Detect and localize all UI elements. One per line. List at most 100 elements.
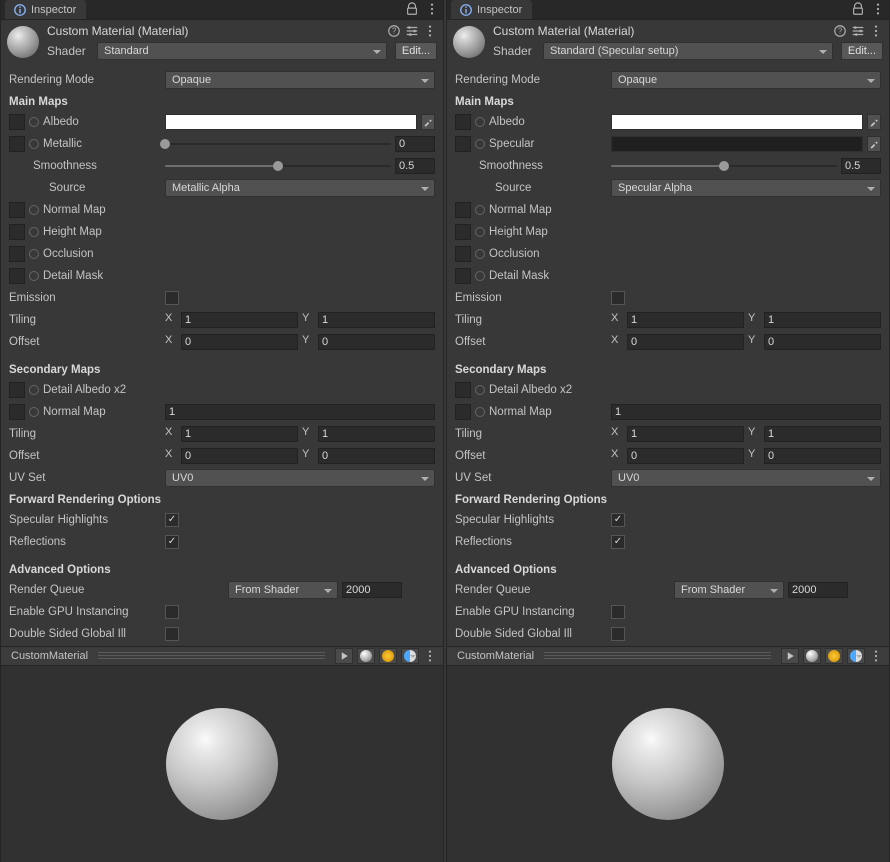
uv-set-dropdown[interactable]: UV0 (611, 469, 881, 487)
detailmask-picker-icon[interactable] (475, 271, 485, 281)
settings-icon[interactable] (851, 24, 865, 38)
specular-picker-icon[interactable] (475, 139, 485, 149)
occlusion-texture-slot[interactable] (9, 246, 25, 262)
sec-normal-value-field[interactable]: 1 (611, 404, 881, 420)
occlusion-picker-icon[interactable] (475, 249, 485, 259)
material-preview[interactable] (1, 666, 443, 862)
detail-albedo-picker-icon[interactable] (475, 385, 485, 395)
light-icon[interactable] (379, 648, 397, 664)
help-icon[interactable]: ? (387, 24, 401, 38)
render-queue-value-field[interactable]: 2000 (342, 582, 402, 598)
uv-set-dropdown[interactable]: UV0 (165, 469, 435, 487)
eyedropper-icon[interactable] (421, 114, 435, 130)
metallic-texture-slot[interactable] (9, 136, 25, 152)
sec-normal-value-field[interactable]: 1 (165, 404, 435, 420)
dsgi-checkbox[interactable] (165, 627, 179, 641)
metallic-picker-icon[interactable] (29, 139, 39, 149)
material-preview[interactable] (447, 666, 889, 862)
sec-offset-x-field[interactable]: 0 (181, 448, 298, 464)
detail-albedo-texture-slot[interactable] (455, 382, 471, 398)
shader-dropdown[interactable]: Standard (97, 42, 387, 60)
height-picker-icon[interactable] (29, 227, 39, 237)
albedo-picker-icon[interactable] (475, 117, 485, 127)
metallic-value-field[interactable]: 0 (395, 136, 435, 152)
sec-tiling-y-field[interactable]: 1 (764, 426, 881, 442)
light-icon[interactable] (825, 648, 843, 664)
sec-tiling-x-field[interactable]: 1 (181, 426, 298, 442)
tab-inspector[interactable]: Inspector (5, 0, 86, 19)
offset-x-field[interactable]: 0 (181, 334, 298, 350)
help-icon[interactable]: ? (833, 24, 847, 38)
gpu-instancing-checkbox[interactable] (611, 605, 625, 619)
albedo-color-swatch[interactable] (611, 114, 863, 130)
source-dropdown[interactable]: Specular Alpha (611, 179, 881, 197)
emission-checkbox[interactable] (611, 291, 625, 305)
normal-texture-slot[interactable] (9, 202, 25, 218)
tiling-x-field[interactable]: 1 (627, 312, 744, 328)
sec-tiling-x-field[interactable]: 1 (627, 426, 744, 442)
kebab-icon[interactable] (423, 649, 437, 663)
play-icon[interactable] (335, 648, 353, 664)
spec-highlights-checkbox[interactable] (611, 513, 625, 527)
height-texture-slot[interactable] (9, 224, 25, 240)
rendering-mode-dropdown[interactable]: Opaque (165, 71, 435, 89)
detailmask-texture-slot[interactable] (455, 268, 471, 284)
render-queue-value-field[interactable]: 2000 (788, 582, 848, 598)
eyedropper-icon[interactable] (867, 114, 881, 130)
edit-button[interactable]: Edit... (841, 42, 883, 60)
height-picker-icon[interactable] (475, 227, 485, 237)
occlusion-texture-slot[interactable] (455, 246, 471, 262)
tiling-x-field[interactable]: 1 (181, 312, 298, 328)
sec-normal-texture-slot[interactable] (9, 404, 25, 420)
sec-offset-y-field[interactable]: 0 (764, 448, 881, 464)
albedo-texture-slot[interactable] (455, 114, 471, 130)
detail-albedo-picker-icon[interactable] (29, 385, 39, 395)
kebab-icon[interactable] (425, 2, 439, 16)
shaded-sphere-icon[interactable] (357, 648, 375, 664)
reflection-probe-icon[interactable] (847, 648, 865, 664)
offset-y-field[interactable]: 0 (318, 334, 435, 350)
reflections-checkbox[interactable] (165, 535, 179, 549)
normal-picker-icon[interactable] (475, 205, 485, 215)
smoothness-value-field[interactable]: 0.5 (841, 158, 881, 174)
kebab-icon[interactable] (869, 24, 883, 38)
render-queue-mode-dropdown[interactable]: From Shader (674, 581, 784, 599)
lock-icon[interactable] (851, 2, 865, 16)
render-queue-mode-dropdown[interactable]: From Shader (228, 581, 338, 599)
normal-picker-icon[interactable] (29, 205, 39, 215)
source-dropdown[interactable]: Metallic Alpha (165, 179, 435, 197)
detailmask-picker-icon[interactable] (29, 271, 39, 281)
drag-handle-icon[interactable] (98, 652, 325, 660)
reflection-probe-icon[interactable] (401, 648, 419, 664)
smoothness-slider[interactable] (165, 159, 391, 173)
shaded-sphere-icon[interactable] (803, 648, 821, 664)
kebab-icon[interactable] (423, 24, 437, 38)
detail-albedo-texture-slot[interactable] (9, 382, 25, 398)
drag-handle-icon[interactable] (544, 652, 771, 660)
detailmask-texture-slot[interactable] (9, 268, 25, 284)
smoothness-slider[interactable] (611, 159, 837, 173)
specular-color-swatch[interactable] (611, 136, 863, 152)
kebab-icon[interactable] (871, 2, 885, 16)
occlusion-picker-icon[interactable] (29, 249, 39, 259)
sec-tiling-y-field[interactable]: 1 (318, 426, 435, 442)
sec-offset-x-field[interactable]: 0 (627, 448, 744, 464)
gpu-instancing-checkbox[interactable] (165, 605, 179, 619)
tiling-y-field[interactable]: 1 (764, 312, 881, 328)
eyedropper-icon[interactable] (867, 136, 881, 152)
spec-highlights-checkbox[interactable] (165, 513, 179, 527)
play-icon[interactable] (781, 648, 799, 664)
reflections-checkbox[interactable] (611, 535, 625, 549)
dsgi-checkbox[interactable] (611, 627, 625, 641)
lock-icon[interactable] (405, 2, 419, 16)
albedo-texture-slot[interactable] (9, 114, 25, 130)
shader-dropdown[interactable]: Standard (Specular setup) (543, 42, 833, 60)
settings-icon[interactable] (405, 24, 419, 38)
offset-x-field[interactable]: 0 (627, 334, 744, 350)
sec-normal-picker-icon[interactable] (29, 407, 39, 417)
rendering-mode-dropdown[interactable]: Opaque (611, 71, 881, 89)
specular-texture-slot[interactable] (455, 136, 471, 152)
edit-button[interactable]: Edit... (395, 42, 437, 60)
sec-normal-texture-slot[interactable] (455, 404, 471, 420)
metallic-slider[interactable] (165, 137, 391, 151)
